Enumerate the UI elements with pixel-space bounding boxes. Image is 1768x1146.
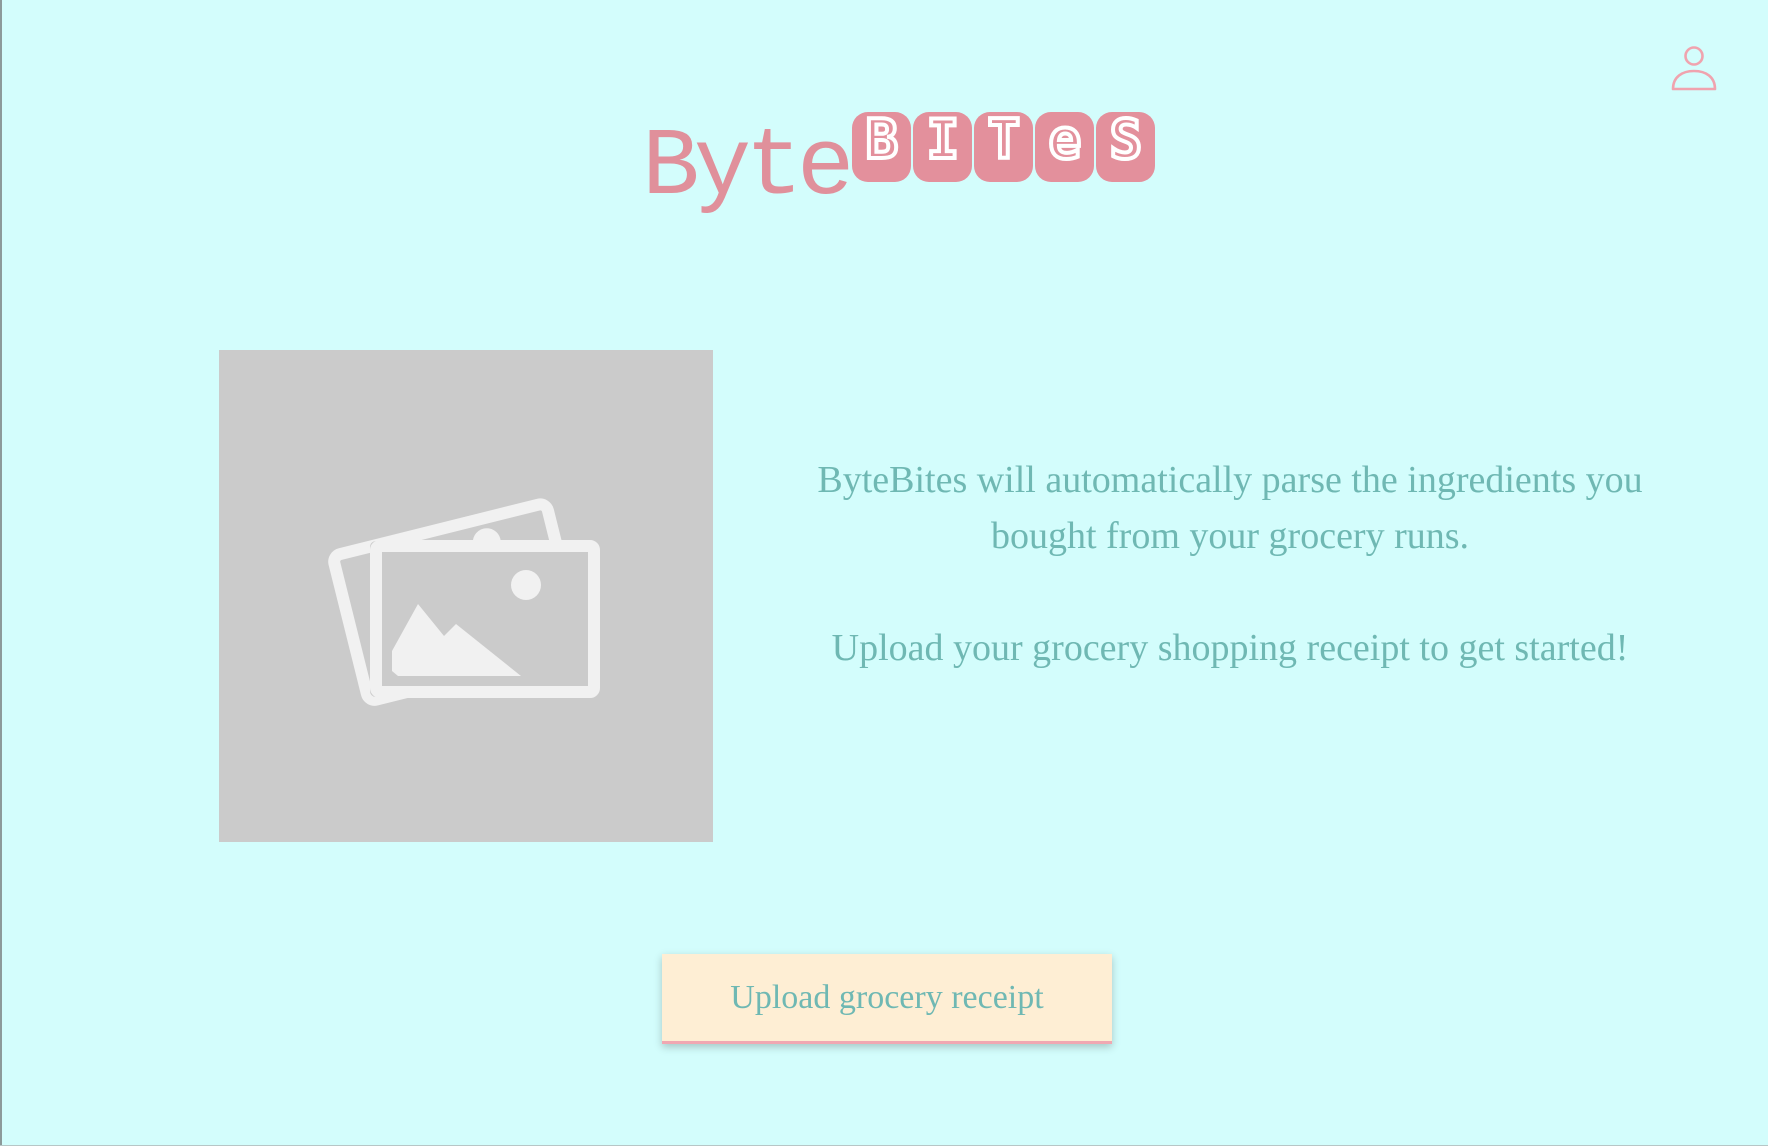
logo-tile: B: [852, 111, 912, 182]
upload-receipt-button[interactable]: Upload grocery receipt: [662, 954, 1112, 1044]
image-gallery-icon: [328, 498, 600, 706]
bytebites-logo: Byte B I T e S: [642, 111, 1156, 222]
logo-tile: T: [974, 111, 1034, 182]
window-left-edge: [0, 0, 2, 1146]
logo-tile: I: [913, 111, 973, 182]
receipt-image-placeholder: [219, 350, 713, 842]
logo-tile: S: [1096, 111, 1156, 182]
description-parse-text: ByteBites will automatically parse the i…: [817, 459, 1643, 557]
user-profile-icon[interactable]: [1666, 44, 1722, 96]
intro-description: ByteBites will automatically parse the i…: [800, 452, 1660, 676]
logo-bites-tiles: B I T e S: [852, 111, 1156, 182]
logo-byte-text: Byte: [642, 113, 854, 222]
person-icon: [1671, 46, 1717, 91]
description-upload-text: Upload your grocery shopping receipt to …: [831, 627, 1629, 669]
logo-tile: e: [1035, 111, 1095, 182]
